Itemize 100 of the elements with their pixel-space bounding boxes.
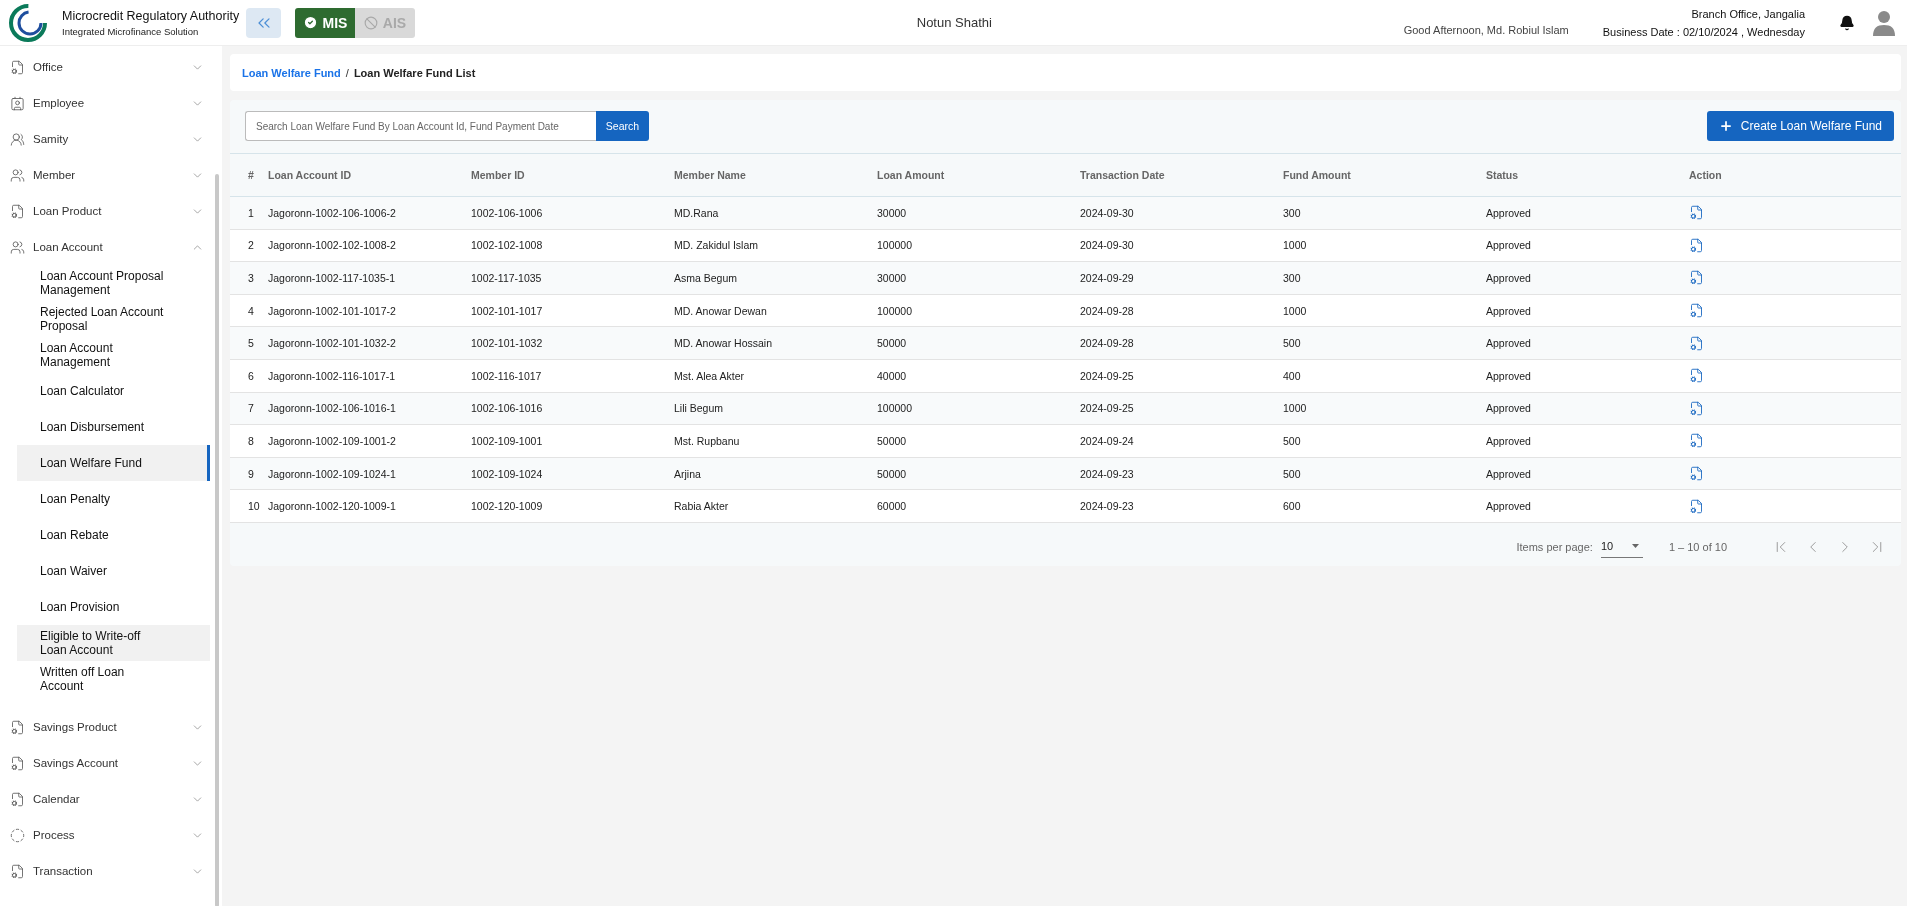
table-cell: Asma Begum	[674, 261, 877, 295]
table-cell: Arjina	[674, 457, 877, 490]
app-name: Notun Shathi	[916, 15, 992, 30]
sidebar-item[interactable]: Loan Account	[0, 229, 214, 265]
table-cell: 1000	[1283, 229, 1486, 262]
table-cell: Approved	[1486, 196, 1689, 230]
table-cell: 5	[230, 326, 268, 360]
table-cell: 4	[230, 294, 268, 327]
table-cell: 40000	[877, 359, 1080, 393]
search-field[interactable]: Search Loan Welfare Fund By Loan Account Id, Fund Payment Date	[245, 111, 596, 141]
document-gear-icon[interactable]	[1689, 335, 1704, 351]
column-header: Loan Account ID	[268, 153, 471, 197]
table-cell: 600	[1283, 489, 1486, 523]
document-gear-icon[interactable]	[1689, 466, 1704, 482]
sidebar-subitem[interactable]: Loan Waiver	[17, 553, 210, 589]
table-cell: 50000	[877, 457, 1080, 490]
items-per-page-select[interactable]: 10	[1600, 535, 1643, 558]
sidebar-item[interactable]: Transaction	[0, 853, 214, 889]
table-cell: Approved	[1486, 294, 1689, 327]
notification-bell-icon[interactable]	[1839, 14, 1855, 31]
table-cell: 1002-102-1008	[471, 229, 674, 262]
column-header: Status	[1486, 153, 1689, 197]
sidebar-subitem[interactable]: Rejected Loan Account Proposal	[17, 301, 210, 337]
table-cell: 30000	[877, 261, 1080, 295]
table-cell: 300	[1283, 261, 1486, 295]
table-cell: 100000	[877, 294, 1080, 327]
table-cell: Jagoronn-1002-120-1009-1	[268, 489, 471, 523]
sidebar-subitem[interactable]: Loan Provision	[17, 589, 210, 625]
table-cell: Jagoronn-1002-109-1001-2	[268, 424, 471, 458]
table-cell: 500	[1283, 457, 1486, 490]
column-header: #	[230, 153, 268, 197]
table-cell: Jagoronn-1002-106-1006-2	[268, 196, 471, 230]
document-gear-icon[interactable]	[1689, 498, 1704, 514]
sidebar-item[interactable]: Samity	[0, 121, 214, 157]
mode-toggle[interactable]: MIS	[295, 7, 355, 38]
table-cell: 10	[230, 489, 268, 523]
document-gear-icon[interactable]	[1689, 433, 1704, 449]
branch-name: Branch Office, Jangalia	[1691, 7, 1805, 20]
sidebar-item[interactable]: Office	[0, 49, 214, 85]
search-button[interactable]: Search	[596, 111, 649, 141]
table-cell: 1	[230, 196, 268, 230]
table-cell: MD. Anowar Hossain	[674, 326, 877, 360]
table-cell: 3	[230, 261, 268, 295]
group-icon	[10, 167, 25, 183]
table-cell: MD.Rana	[674, 196, 877, 230]
table-cell: 6	[230, 359, 268, 393]
table-cell: 400	[1283, 359, 1486, 393]
sidebar-item[interactable]: Savings Product	[0, 709, 214, 745]
user-avatar[interactable]	[1873, 9, 1895, 36]
table-cell: 30000	[877, 196, 1080, 230]
breadcrumb-link[interactable]: Loan Welfare Fund	[242, 66, 341, 79]
column-header: Fund Amount	[1283, 153, 1486, 197]
sidebar-item[interactable]: Member	[0, 157, 214, 193]
column-header: Member ID	[471, 153, 674, 197]
sidebar-subitem[interactable]: Written off Loan Account	[17, 661, 210, 697]
sidebar-subitem[interactable]: Eligible to Write-off Loan Account	[17, 625, 210, 661]
sidebar-subitem[interactable]: Loan Disbursement	[17, 409, 210, 445]
table-cell: 2024-09-28	[1080, 294, 1283, 327]
document-gear-icon[interactable]	[1689, 205, 1704, 221]
sidebar-item[interactable]: Process	[0, 817, 214, 853]
document-gear-icon[interactable]	[1689, 270, 1704, 286]
table-cell: 2024-09-24	[1080, 424, 1283, 458]
table-cell: 2024-09-25	[1080, 359, 1283, 393]
table-cell: Jagoronn-1002-117-1035-1	[268, 261, 471, 295]
sidebar-subitem[interactable]: Loan Account Management	[17, 337, 210, 373]
table-cell: Approved	[1486, 359, 1689, 393]
table-cell: Mst. Alea Akter	[674, 359, 877, 393]
table-cell: 2024-09-23	[1080, 457, 1283, 490]
document-gear-icon[interactable]	[1689, 400, 1704, 416]
document-gear-icon[interactable]	[1689, 368, 1704, 384]
table-cell: Jagoronn-1002-116-1017-1	[268, 359, 471, 393]
table-cell: Jagoronn-1002-101-1017-2	[268, 294, 471, 327]
table-cell: 2024-09-30	[1080, 196, 1283, 230]
sidebar-subitem[interactable]: Loan Welfare Fund	[17, 445, 210, 481]
document-gear-icon	[10, 59, 25, 75]
sidebar-item[interactable]: Employee	[0, 85, 214, 121]
create-button[interactable]: Create Loan Welfare Fund	[1706, 111, 1894, 141]
table-cell: MD. Zakidul Islam	[674, 229, 877, 262]
sidebar-subitem[interactable]: Loan Calculator	[17, 373, 210, 409]
table-cell: 2024-09-30	[1080, 229, 1283, 262]
table-cell: 1002-116-1017	[471, 359, 674, 393]
table-cell: Jagoronn-1002-102-1008-2	[268, 229, 471, 262]
table-cell: 8	[230, 424, 268, 458]
table-cell: Lili Begum	[674, 392, 877, 425]
sidebar-item[interactable]: Loan Product	[0, 193, 214, 229]
table-cell: 2024-09-25	[1080, 392, 1283, 425]
table-cell: 1002-117-1035	[471, 261, 674, 295]
sidebar-item[interactable]: Calendar	[0, 781, 214, 817]
column-header: Member Name	[674, 153, 877, 197]
page-range: 1 – 10 of 10	[1668, 540, 1727, 553]
document-gear-icon	[10, 791, 25, 807]
sidebar-subitem[interactable]: Loan Account Proposal Management	[17, 265, 210, 301]
table-cell: 1000	[1283, 294, 1486, 327]
sidebar-subitem[interactable]: Loan Rebate	[17, 517, 210, 553]
document-gear-icon[interactable]	[1689, 237, 1704, 253]
sidebar-subitem[interactable]: Loan Penalty	[17, 481, 210, 517]
sidebar-item[interactable]: Savings Account	[0, 745, 214, 781]
table-cell: 2024-09-23	[1080, 489, 1283, 523]
document-gear-icon[interactable]	[1689, 303, 1704, 319]
table-cell: Jagoronn-1002-109-1024-1	[268, 457, 471, 490]
